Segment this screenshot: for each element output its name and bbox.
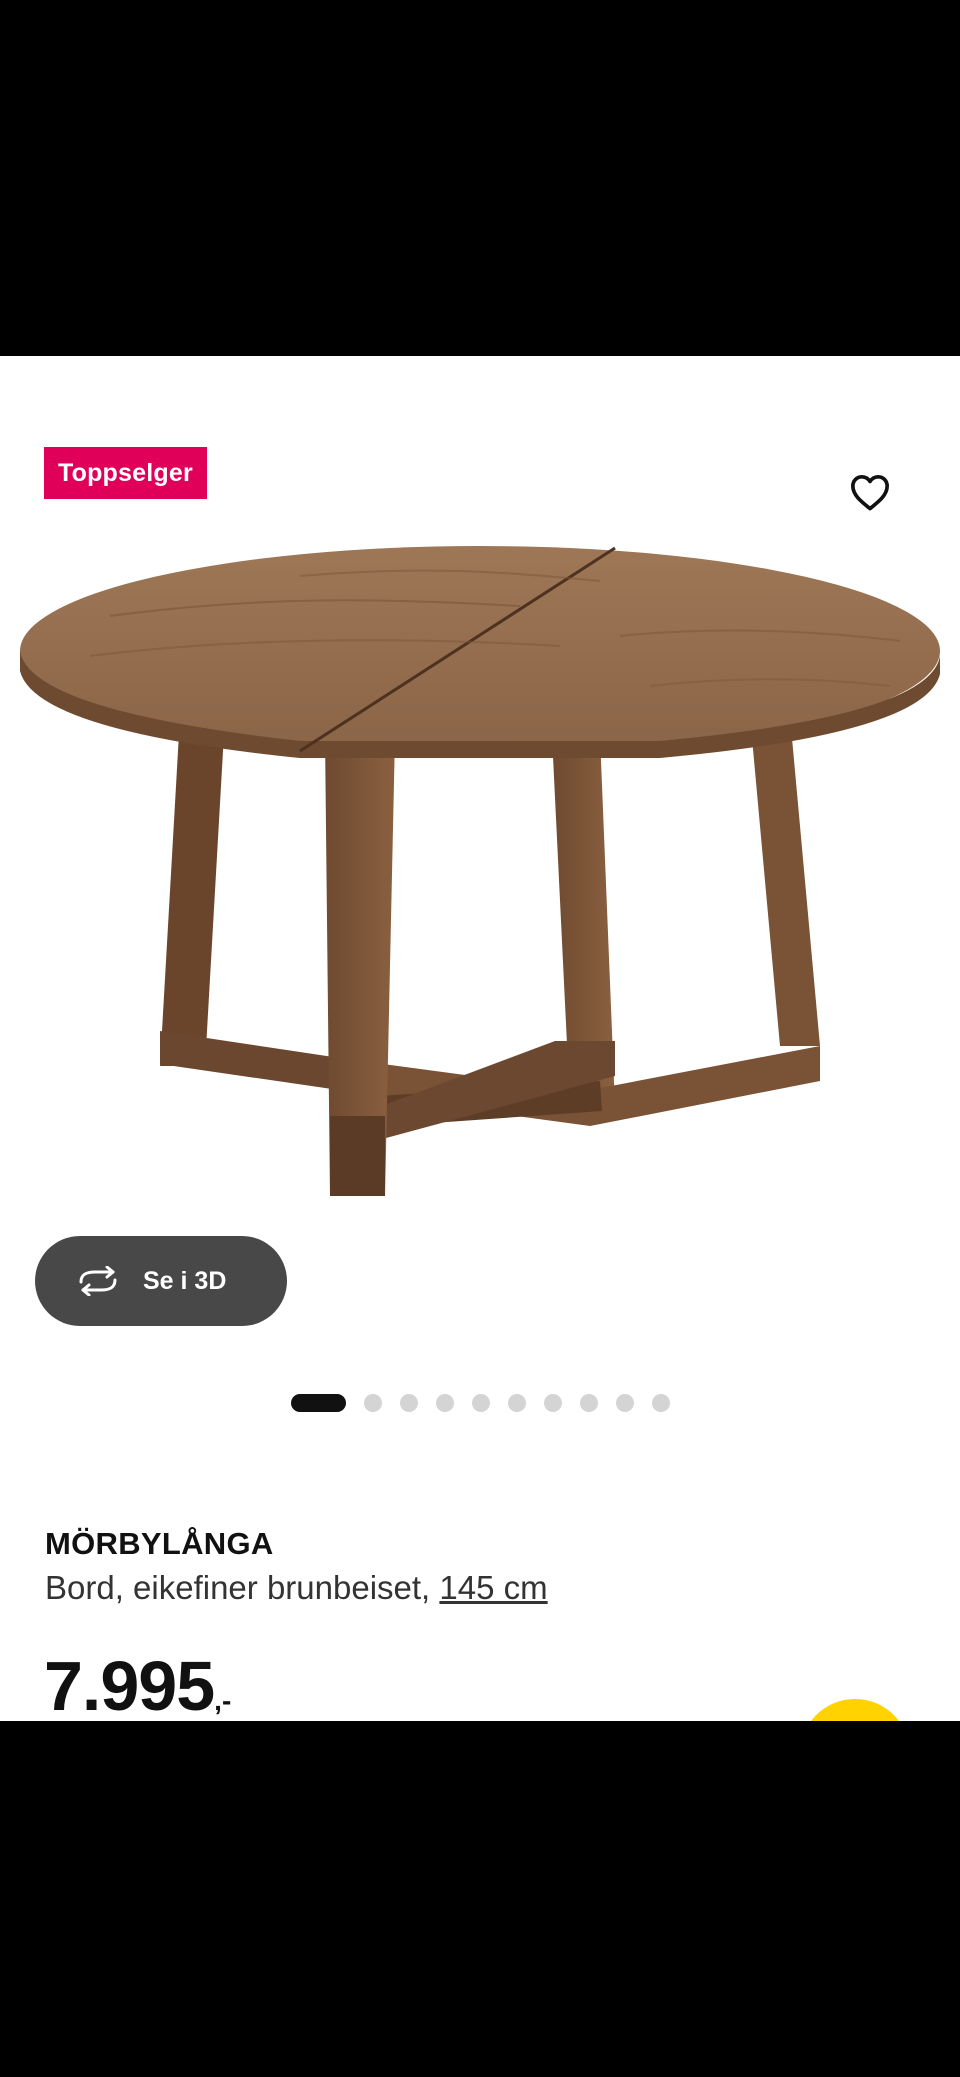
carousel-indicator: [0, 1393, 960, 1413]
product-price: 7.995,-: [44, 1646, 231, 1721]
carousel-dot[interactable]: [651, 1394, 670, 1412]
carousel-dot[interactable]: [615, 1394, 634, 1412]
price-value: 7.995: [44, 1647, 215, 1721]
bottom-black-bar: [0, 1721, 960, 2077]
carousel-dot[interactable]: [543, 1394, 562, 1412]
product-size-link[interactable]: 145 cm: [439, 1569, 547, 1606]
carousel-dot[interactable]: [471, 1394, 490, 1412]
view-3d-label: Se i 3D: [143, 1266, 227, 1295]
carousel-dot[interactable]: [399, 1394, 418, 1412]
carousel-dot[interactable]: [290, 1394, 346, 1412]
carousel-dot[interactable]: [579, 1394, 598, 1412]
top-black-bar: [0, 0, 960, 356]
product-description-text: Bord, eikefiner brunbeiset,: [45, 1569, 431, 1606]
product-description: Bord, eikefiner brunbeiset, 145 cm: [45, 1569, 548, 1607]
product-page: Toppselger Se i 3D MÖRBYLÅNGA Bord, eike…: [0, 356, 960, 1721]
price-suffix: ,-: [214, 1685, 232, 1716]
rotate-3d-icon: [79, 1266, 117, 1296]
carousel-dot[interactable]: [435, 1394, 454, 1412]
carousel-dot[interactable]: [363, 1394, 382, 1412]
product-name: MÖRBYLÅNGA: [45, 1526, 274, 1561]
view-3d-button[interactable]: Se i 3D: [35, 1236, 287, 1326]
carousel-dot[interactable]: [507, 1394, 526, 1412]
heart-outline-icon: [851, 474, 889, 511]
topseller-badge: Toppselger: [44, 447, 207, 499]
product-image[interactable]: [0, 536, 960, 1196]
favorite-button[interactable]: [842, 464, 898, 520]
add-to-cart-button[interactable]: [800, 1699, 910, 1721]
